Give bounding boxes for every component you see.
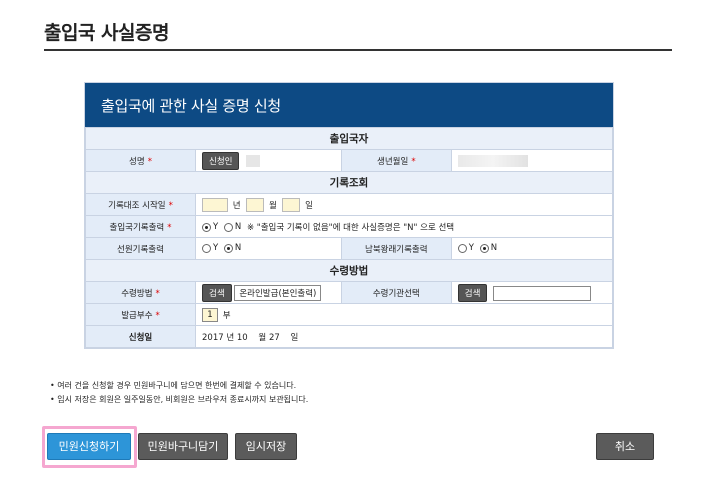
start-month-input[interactable] (246, 197, 265, 212)
start-day-input[interactable] (282, 197, 301, 212)
required-mark: * (155, 310, 160, 321)
birth-cell (450, 149, 614, 172)
receive-org-search-button[interactable]: 검색 (457, 283, 488, 302)
start-date-label: 기록대조 시작일 * (85, 193, 196, 216)
required-mark: * (155, 288, 160, 299)
start-date-cell: 년 월 일 (195, 193, 613, 216)
nk-yes-radio[interactable] (457, 243, 467, 253)
yes-label: Y (213, 222, 219, 232)
name-cell: 신청인 (195, 149, 342, 172)
month-unit: 월 (268, 200, 277, 211)
name-label: 성명 * (85, 149, 196, 172)
nk-label: 남북왕래기록출력 (340, 237, 452, 260)
copies-input[interactable]: 1 (202, 307, 218, 322)
page-title: 출입국 사실증명 (44, 22, 169, 44)
redacted-birthdate (457, 154, 528, 167)
output-label: 출입국기록출력 * (85, 215, 196, 238)
application-form: 출입국에 관한 사실 증명 신청 출입국자 성명 * 신청인 생년월일 * 기록조회… (84, 82, 614, 349)
temp-save-button[interactable]: 임시저장 (235, 433, 297, 460)
crew-no-radio[interactable] (223, 243, 233, 253)
notes: • 여러 건을 신청할 경우 민원바구니에 담으면 한번에 결제할 수 있습니다… (50, 379, 308, 407)
section-receive: 수령방법 (85, 259, 613, 282)
redacted-name (246, 155, 261, 167)
receive-method-search-button[interactable]: 검색 (202, 283, 232, 302)
applicant-button[interactable]: 신청인 (202, 151, 240, 170)
form-heading: 출입국에 관한 사실 증명 신청 (85, 83, 613, 127)
note-item: • 임시 저장은 회원은 일주일동안, 비회원은 브라우저 종료시까지 보관됩니… (50, 395, 309, 404)
required-mark: * (167, 222, 172, 233)
apply-day-unit: 일 (290, 332, 299, 343)
required-mark: * (411, 156, 416, 167)
day-unit: 일 (305, 200, 313, 211)
output-yes-radio[interactable] (202, 222, 211, 232)
form-table: 출입국자 성명 * 신청인 생년월일 * 기록조회 기록대조 시작일 * 년 월 일 (85, 127, 614, 348)
apply-year: 2017 (202, 332, 224, 343)
apply-year-unit: 년 (226, 332, 235, 343)
year-unit: 년 (232, 200, 241, 211)
apply-month: 10 (236, 332, 248, 343)
no-label: N (234, 222, 242, 232)
start-year-input[interactable] (202, 197, 228, 212)
note-item: • 여러 건을 신청할 경우 민원바구니에 담으면 한번에 결제할 수 있습니다… (50, 381, 297, 390)
receive-org-label: 수령기관선택 (340, 281, 452, 304)
yes-label: Y (213, 243, 219, 254)
apply-date-cell: 2017 년 10 월 27 일 (195, 325, 613, 348)
apply-day: 27 (268, 332, 280, 343)
copies-cell: 1 부 (195, 303, 613, 326)
apply-date-label: 신청일 (85, 325, 196, 348)
receive-method-value[interactable]: 온라인발급(본인출력) (234, 285, 322, 301)
apply-month-unit: 월 (258, 332, 267, 343)
receive-org-cell: 검색 (450, 281, 614, 304)
apply-button[interactable]: 민원신청하기 (47, 433, 131, 460)
birth-label: 생년월일 * (340, 149, 452, 172)
receive-org-input[interactable] (493, 285, 592, 301)
add-to-basket-button[interactable]: 민원바구니담기 (138, 433, 228, 460)
output-note: ※ "출입국 기록이 없음"에 대한 사실증명은 "N" 으로 선택 (246, 222, 455, 233)
crew-label: 선원기록출력 (85, 237, 196, 260)
output-cell: Y N ※ "출입국 기록이 없음"에 대한 사실증명은 "N" 으로 선택 (195, 215, 613, 238)
no-label: N (490, 243, 498, 254)
copies-unit: 부 (222, 310, 231, 321)
title-divider (44, 49, 672, 51)
output-no-radio[interactable] (223, 222, 233, 232)
required-mark: * (147, 156, 152, 167)
cancel-button[interactable]: 취소 (596, 433, 654, 460)
crew-cell: Y N (195, 237, 342, 260)
no-label: N (234, 243, 242, 254)
receive-method-label: 수령방법 * (85, 281, 196, 304)
yes-label: Y (468, 243, 474, 254)
copies-label: 발급부수 * (85, 303, 196, 326)
receive-method-cell: 검색 온라인발급(본인출력) (195, 281, 342, 304)
section-record: 기록조회 (85, 171, 613, 194)
nk-no-radio[interactable] (479, 243, 489, 253)
nk-cell: Y N (450, 237, 614, 260)
section-applicant: 출입국자 (85, 127, 613, 150)
required-mark: * (168, 200, 173, 211)
crew-yes-radio[interactable] (202, 243, 211, 253)
